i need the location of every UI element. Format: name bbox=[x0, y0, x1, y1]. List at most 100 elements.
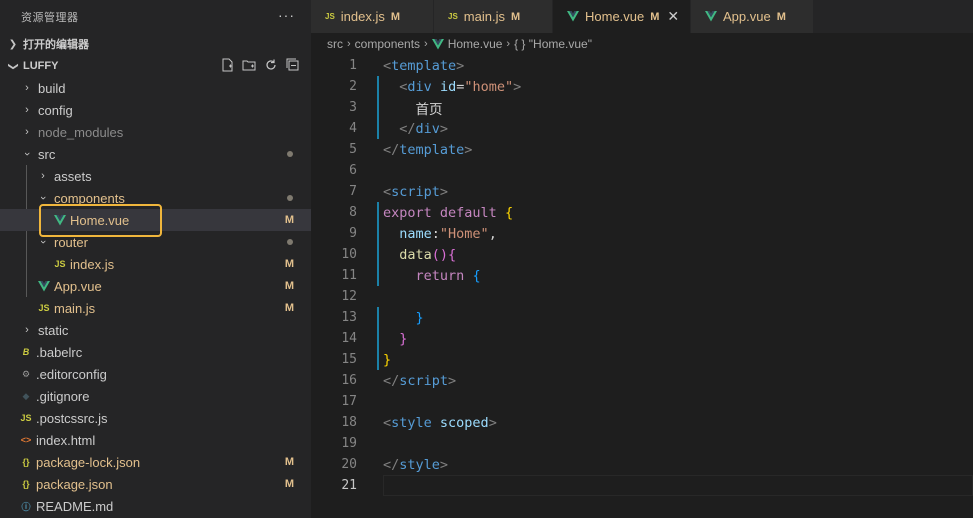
chevron-right-icon: ❯ bbox=[8, 38, 18, 50]
tree-item-label: build bbox=[38, 80, 66, 96]
modified-badge: M bbox=[284, 302, 294, 314]
modified-badge: M bbox=[284, 280, 294, 292]
js-file-icon: JS bbox=[448, 12, 458, 21]
token: : bbox=[431, 225, 440, 242]
line-number: 17 bbox=[341, 394, 357, 409]
current-line-highlight bbox=[383, 475, 973, 496]
tree-item-babelrc[interactable]: B .babelrc bbox=[0, 341, 311, 363]
modified-badge: M bbox=[284, 258, 294, 270]
tree-item-label: .gitignore bbox=[36, 388, 90, 404]
modified-dot bbox=[287, 195, 293, 201]
modified-badge: M bbox=[390, 10, 401, 23]
tree-item-label: .postcssrc.js bbox=[36, 410, 108, 426]
code-editor[interactable]: 1 <template> 2 <div id="home"> 3 首页 4 </… bbox=[311, 55, 973, 496]
code-line: 18 <style scoped> bbox=[311, 412, 973, 433]
tab-index-js[interactable]: JS index.js M bbox=[311, 0, 434, 33]
line-number: 13 bbox=[341, 310, 357, 325]
token: , bbox=[488, 225, 497, 242]
tree-item-postcssrc[interactable]: JS .postcssrc.js bbox=[0, 407, 311, 429]
tree-item-home-vue[interactable]: Home.vue M bbox=[0, 204, 311, 237]
json-icon: {} bbox=[22, 457, 30, 467]
token: template bbox=[399, 141, 465, 158]
more-actions-icon[interactable]: ··· bbox=[278, 7, 295, 23]
tree-item-package-lock[interactable]: {} package-lock.json M bbox=[0, 451, 311, 473]
tab-main-js[interactable]: JS main.js M bbox=[434, 0, 553, 33]
tree-item-components[interactable]: › components bbox=[0, 187, 311, 209]
tree-item-label: App.vue bbox=[54, 278, 102, 294]
tab-home-vue[interactable]: Home.vue M ✕ bbox=[553, 0, 691, 33]
new-file-icon[interactable] bbox=[219, 57, 235, 73]
tree-item-label: router bbox=[54, 234, 88, 250]
explorer-header: 资源管理器 ··· bbox=[0, 0, 311, 33]
close-icon[interactable]: ✕ bbox=[667, 8, 679, 25]
line-number: 16 bbox=[341, 373, 357, 388]
token: template bbox=[391, 57, 457, 74]
tree-item-build[interactable]: › build bbox=[0, 77, 311, 99]
vue-file-icon bbox=[705, 11, 717, 22]
line-number: 7 bbox=[349, 184, 357, 199]
tab-label: Home.vue bbox=[585, 9, 645, 24]
tree-item-index-html[interactable]: <> index.html bbox=[0, 429, 311, 451]
tree-item-index-js[interactable]: JS index.js M bbox=[0, 253, 311, 275]
code-line: 13 } bbox=[311, 307, 973, 328]
tree-item-label: Home.vue bbox=[70, 212, 130, 228]
token: "Home" bbox=[439, 225, 489, 242]
tree-item-static[interactable]: › static bbox=[0, 319, 311, 341]
token: { bbox=[504, 204, 514, 221]
token: } bbox=[415, 309, 424, 326]
new-folder-icon[interactable] bbox=[241, 57, 257, 73]
token: style bbox=[399, 456, 440, 473]
tree-item-src[interactable]: › src bbox=[0, 143, 311, 165]
tree-item-gitignore[interactable]: ◆ .gitignore bbox=[0, 385, 311, 407]
chevron-down-icon: ❯ bbox=[7, 61, 19, 71]
tree-item-app-vue[interactable]: App.vue M bbox=[0, 275, 311, 297]
token: } bbox=[383, 351, 392, 368]
breadcrumb-components[interactable]: components bbox=[355, 37, 420, 51]
breadcrumb: src › components › Home.vue › { } "Home.… bbox=[311, 33, 973, 55]
line-number: 15 bbox=[341, 352, 357, 367]
token: div bbox=[407, 78, 432, 95]
collapse-all-icon[interactable] bbox=[285, 57, 301, 73]
tree-item-label: main.js bbox=[54, 300, 96, 316]
git-icon: ◆ bbox=[22, 390, 30, 401]
code-line: 3 首页 bbox=[311, 97, 973, 118]
token: () bbox=[431, 246, 449, 263]
line-number: 2 bbox=[349, 79, 357, 94]
open-editors-section[interactable]: ❯ 打开的编辑器 bbox=[0, 33, 311, 55]
tree-item-node-modules[interactable]: › node_modules bbox=[0, 121, 311, 143]
chevron-down-icon: › bbox=[21, 152, 33, 156]
tree-item-label: components bbox=[54, 190, 125, 206]
tab-app-vue[interactable]: App.vue M bbox=[691, 0, 814, 33]
project-actions bbox=[219, 57, 301, 73]
token: script bbox=[391, 183, 440, 200]
breadcrumb-symbol[interactable]: { } "Home.vue" bbox=[514, 37, 592, 51]
tree-item-package-json[interactable]: {} package.json M bbox=[0, 473, 311, 495]
code-line: 8 export default { bbox=[311, 202, 973, 223]
tab-label: App.vue bbox=[723, 9, 771, 24]
tree-item-router[interactable]: › router bbox=[0, 231, 311, 253]
modified-badge: M bbox=[776, 10, 786, 23]
chevron-down-icon: › bbox=[37, 240, 49, 244]
tree-item-label: config bbox=[38, 102, 73, 118]
tree-item-editorconfig[interactable]: ⚙ .editorconfig bbox=[0, 363, 311, 385]
refresh-icon[interactable] bbox=[263, 57, 279, 73]
current-line: 21 bbox=[311, 475, 973, 496]
js-file-icon: JS bbox=[54, 259, 66, 269]
line-number: 1 bbox=[349, 58, 357, 73]
project-section[interactable]: ❯ LUFFY bbox=[0, 55, 311, 77]
vue-file-icon bbox=[567, 11, 579, 22]
tree-item-assets[interactable]: › assets bbox=[0, 165, 311, 187]
tree-item-config[interactable]: › config bbox=[0, 99, 311, 121]
tree-item-main-js[interactable]: JS main.js M bbox=[0, 297, 311, 319]
chevron-right-icon: › bbox=[347, 38, 351, 50]
code-line: 1 <template> bbox=[311, 55, 973, 76]
modified-badge: M bbox=[650, 10, 660, 23]
tree-item-readme[interactable]: ⓘ README.md bbox=[0, 495, 311, 517]
token: > bbox=[439, 456, 449, 473]
js-file-icon: JS bbox=[325, 12, 335, 21]
breadcrumb-src[interactable]: src bbox=[327, 37, 343, 51]
modified-badge: M bbox=[284, 456, 294, 468]
breadcrumb-home-vue[interactable]: Home.vue bbox=[448, 37, 503, 51]
info-icon: ⓘ bbox=[21, 501, 31, 512]
code-line: 9 name:"Home", bbox=[311, 223, 973, 244]
